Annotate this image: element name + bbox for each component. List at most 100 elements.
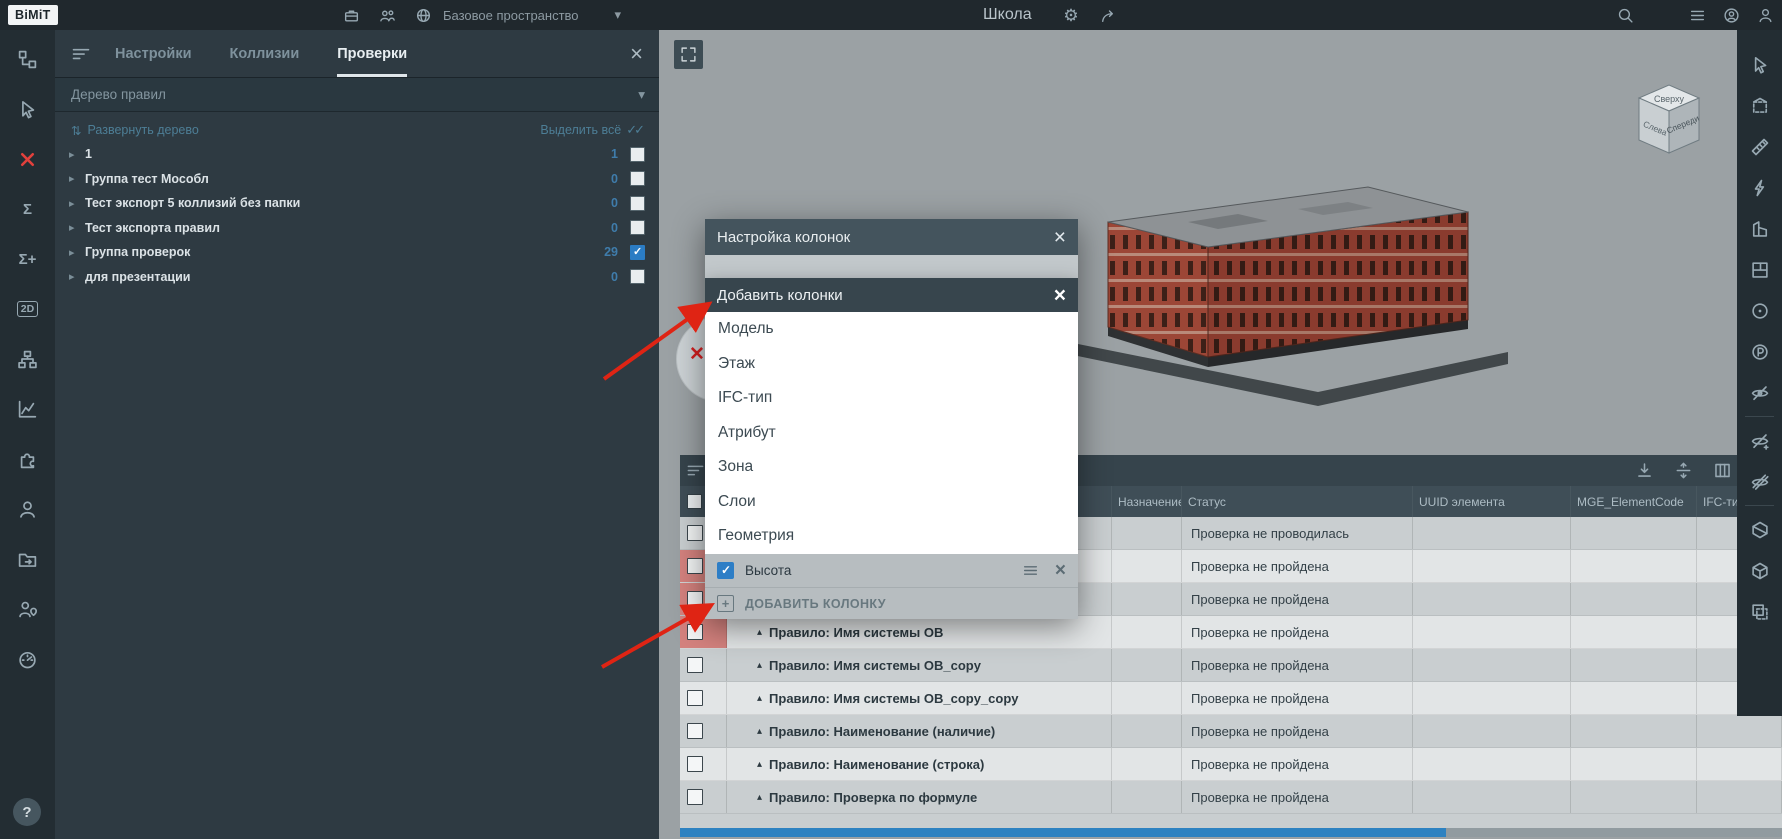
dashboard-button[interactable] [0, 634, 55, 684]
tree-item-checkbox[interactable] [630, 220, 645, 235]
row-checkbox[interactable] [687, 756, 703, 772]
table-menu-icon[interactable] [686, 461, 705, 480]
collapse-icon[interactable]: ▴ [757, 759, 762, 770]
column-row[interactable]: Высота × [705, 554, 1078, 587]
hide-others-button[interactable] [1737, 461, 1782, 502]
table-row[interactable]: ▴ Правило: Имя системы ОВ Проверка не пр… [680, 616, 1782, 649]
close-modal-icon[interactable]: × [1054, 227, 1066, 248]
workspace-selector[interactable]: Базовое пространство ▾ [443, 0, 621, 30]
header-col[interactable]: MGE_ElementCode [1571, 486, 1697, 517]
collisions-tool-button[interactable] [0, 134, 55, 184]
header-col[interactable]: UUID элемента [1413, 486, 1571, 517]
panel-tab[interactable]: Настройки [115, 30, 192, 77]
tree-item-checkbox[interactable] [630, 147, 645, 162]
table-row[interactable]: ▴ Правило: Имя системы ОВ_copy_copy Пров… [680, 682, 1782, 715]
select-button[interactable] [1737, 44, 1782, 85]
column-option[interactable]: Этаж [705, 347, 1078, 382]
menu-button[interactable] [1684, 3, 1710, 27]
collapse-icon[interactable]: ▴ [757, 792, 762, 803]
add-column-row[interactable]: + ДОБАВИТЬ КОЛОНКУ [705, 587, 1078, 620]
totals-button[interactable]: Σ [0, 184, 55, 234]
panel-tab[interactable]: Проверки [337, 30, 407, 77]
expand-caret-icon[interactable]: ▸ [69, 172, 83, 185]
profile-button[interactable] [1752, 3, 1778, 27]
header-col[interactable]: Статус [1182, 486, 1413, 517]
structure-button[interactable] [0, 334, 55, 384]
header-col[interactable]: Назначение [1112, 486, 1182, 517]
run-check-button[interactable] [1737, 167, 1782, 208]
row-select-cell[interactable] [680, 616, 727, 648]
select-all-link[interactable]: Выделить всё ✓✓ [540, 122, 645, 138]
row-select-cell[interactable] [680, 748, 727, 780]
hide-elements-button[interactable] [1737, 372, 1782, 413]
isolate-button[interactable] [1737, 550, 1782, 591]
row-checkbox[interactable] [687, 657, 703, 673]
column-option[interactable]: Модель [705, 312, 1078, 347]
column-option[interactable]: Атрибут [705, 416, 1078, 451]
building-button[interactable] [1737, 208, 1782, 249]
help-button[interactable]: ? [13, 798, 41, 826]
fit-view-button[interactable] [674, 40, 703, 69]
tree-item-checkbox[interactable] [630, 269, 645, 284]
tree-item[interactable]: ▸ Группа проверок 29 [55, 240, 659, 265]
row-checkbox[interactable] [687, 558, 703, 574]
close-panel-icon[interactable]: × [630, 43, 643, 65]
rules-tree-selector[interactable]: Дерево правил ▾ [55, 78, 659, 112]
measure-button[interactable] [1737, 126, 1782, 167]
tree-item[interactable]: ▸ Тест экспорта правил 0 [55, 216, 659, 241]
row-checkbox[interactable] [687, 789, 703, 805]
expand-caret-icon[interactable]: ▸ [69, 148, 83, 161]
horizontal-scrollbar[interactable] [680, 828, 1782, 837]
collapse-icon[interactable]: ▴ [757, 693, 762, 704]
app-logo[interactable]: BiMiT [8, 5, 58, 25]
tree-item-checkbox[interactable] [630, 196, 645, 211]
hide-similar-button[interactable] [1737, 420, 1782, 461]
export-button[interactable] [0, 534, 55, 584]
charts-button[interactable] [0, 384, 55, 434]
user-location-button[interactable] [0, 584, 55, 634]
view-cube-top-label[interactable]: Сверху [1654, 94, 1685, 104]
tree-item-checkbox[interactable] [630, 171, 645, 186]
close-dropdown-icon[interactable]: × [1054, 285, 1066, 306]
table-row[interactable]: ▴ Правило: Проверка по формуле Проверка … [680, 781, 1782, 814]
table-row[interactable]: ▴ Правило: Наименование (наличие) Провер… [680, 715, 1782, 748]
share-button[interactable] [1094, 3, 1120, 27]
row-select-cell[interactable] [680, 715, 727, 747]
tree-item[interactable]: ▸ 1 1 [55, 142, 659, 167]
fit-rows-icon[interactable] [1674, 461, 1693, 480]
select-tool-button[interactable] [0, 84, 55, 134]
account-button[interactable] [1718, 3, 1744, 27]
team-button[interactable] [374, 3, 400, 27]
plugins-button[interactable] [0, 434, 55, 484]
view-cube[interactable]: Сверху Слева Спереди [1628, 77, 1711, 159]
collapse-icon[interactable]: ▴ [757, 660, 762, 671]
table-row[interactable]: ▴ Правило: Наименование (строка) Проверк… [680, 748, 1782, 781]
expand-caret-icon[interactable]: ▸ [69, 270, 83, 283]
select-all-checkbox[interactable] [687, 494, 702, 509]
section-plane-button[interactable] [1737, 509, 1782, 550]
row-checkbox[interactable] [687, 525, 703, 541]
totals-add-button[interactable]: Σ+ [0, 234, 55, 284]
row-checkbox[interactable] [687, 591, 703, 607]
row-checkbox[interactable] [687, 723, 703, 739]
table-row[interactable]: ▴ Правило: Имя системы ОВ_copy Проверка … [680, 649, 1782, 682]
users-button[interactable] [0, 484, 55, 534]
remove-column-icon[interactable]: × [1055, 561, 1066, 580]
collapse-icon[interactable]: ▴ [757, 726, 762, 737]
tree-item[interactable]: ▸ для презентации 0 [55, 265, 659, 290]
zone-button[interactable] [1737, 290, 1782, 331]
row-checkbox[interactable] [687, 690, 703, 706]
panel-tab[interactable]: Коллизии [230, 30, 300, 77]
expand-caret-icon[interactable]: ▸ [69, 197, 83, 210]
row-select-cell[interactable] [680, 649, 727, 681]
project-settings-button[interactable]: ⚙ [1058, 3, 1084, 27]
tree-item[interactable]: ▸ Тест экспорт 5 коллизий без папки 0 [55, 191, 659, 216]
import-icon[interactable] [1635, 461, 1654, 480]
floor-plan-button[interactable] [1737, 249, 1782, 290]
expand-tree-link[interactable]: ⇅ Развернуть дерево [71, 123, 199, 138]
row-select-cell[interactable] [680, 781, 727, 813]
tree-item[interactable]: ▸ Группа тест Мособл 0 [55, 167, 659, 192]
column-option[interactable]: IFC-тип [705, 381, 1078, 416]
projects-button[interactable] [338, 3, 364, 27]
search-button[interactable] [1612, 3, 1638, 27]
